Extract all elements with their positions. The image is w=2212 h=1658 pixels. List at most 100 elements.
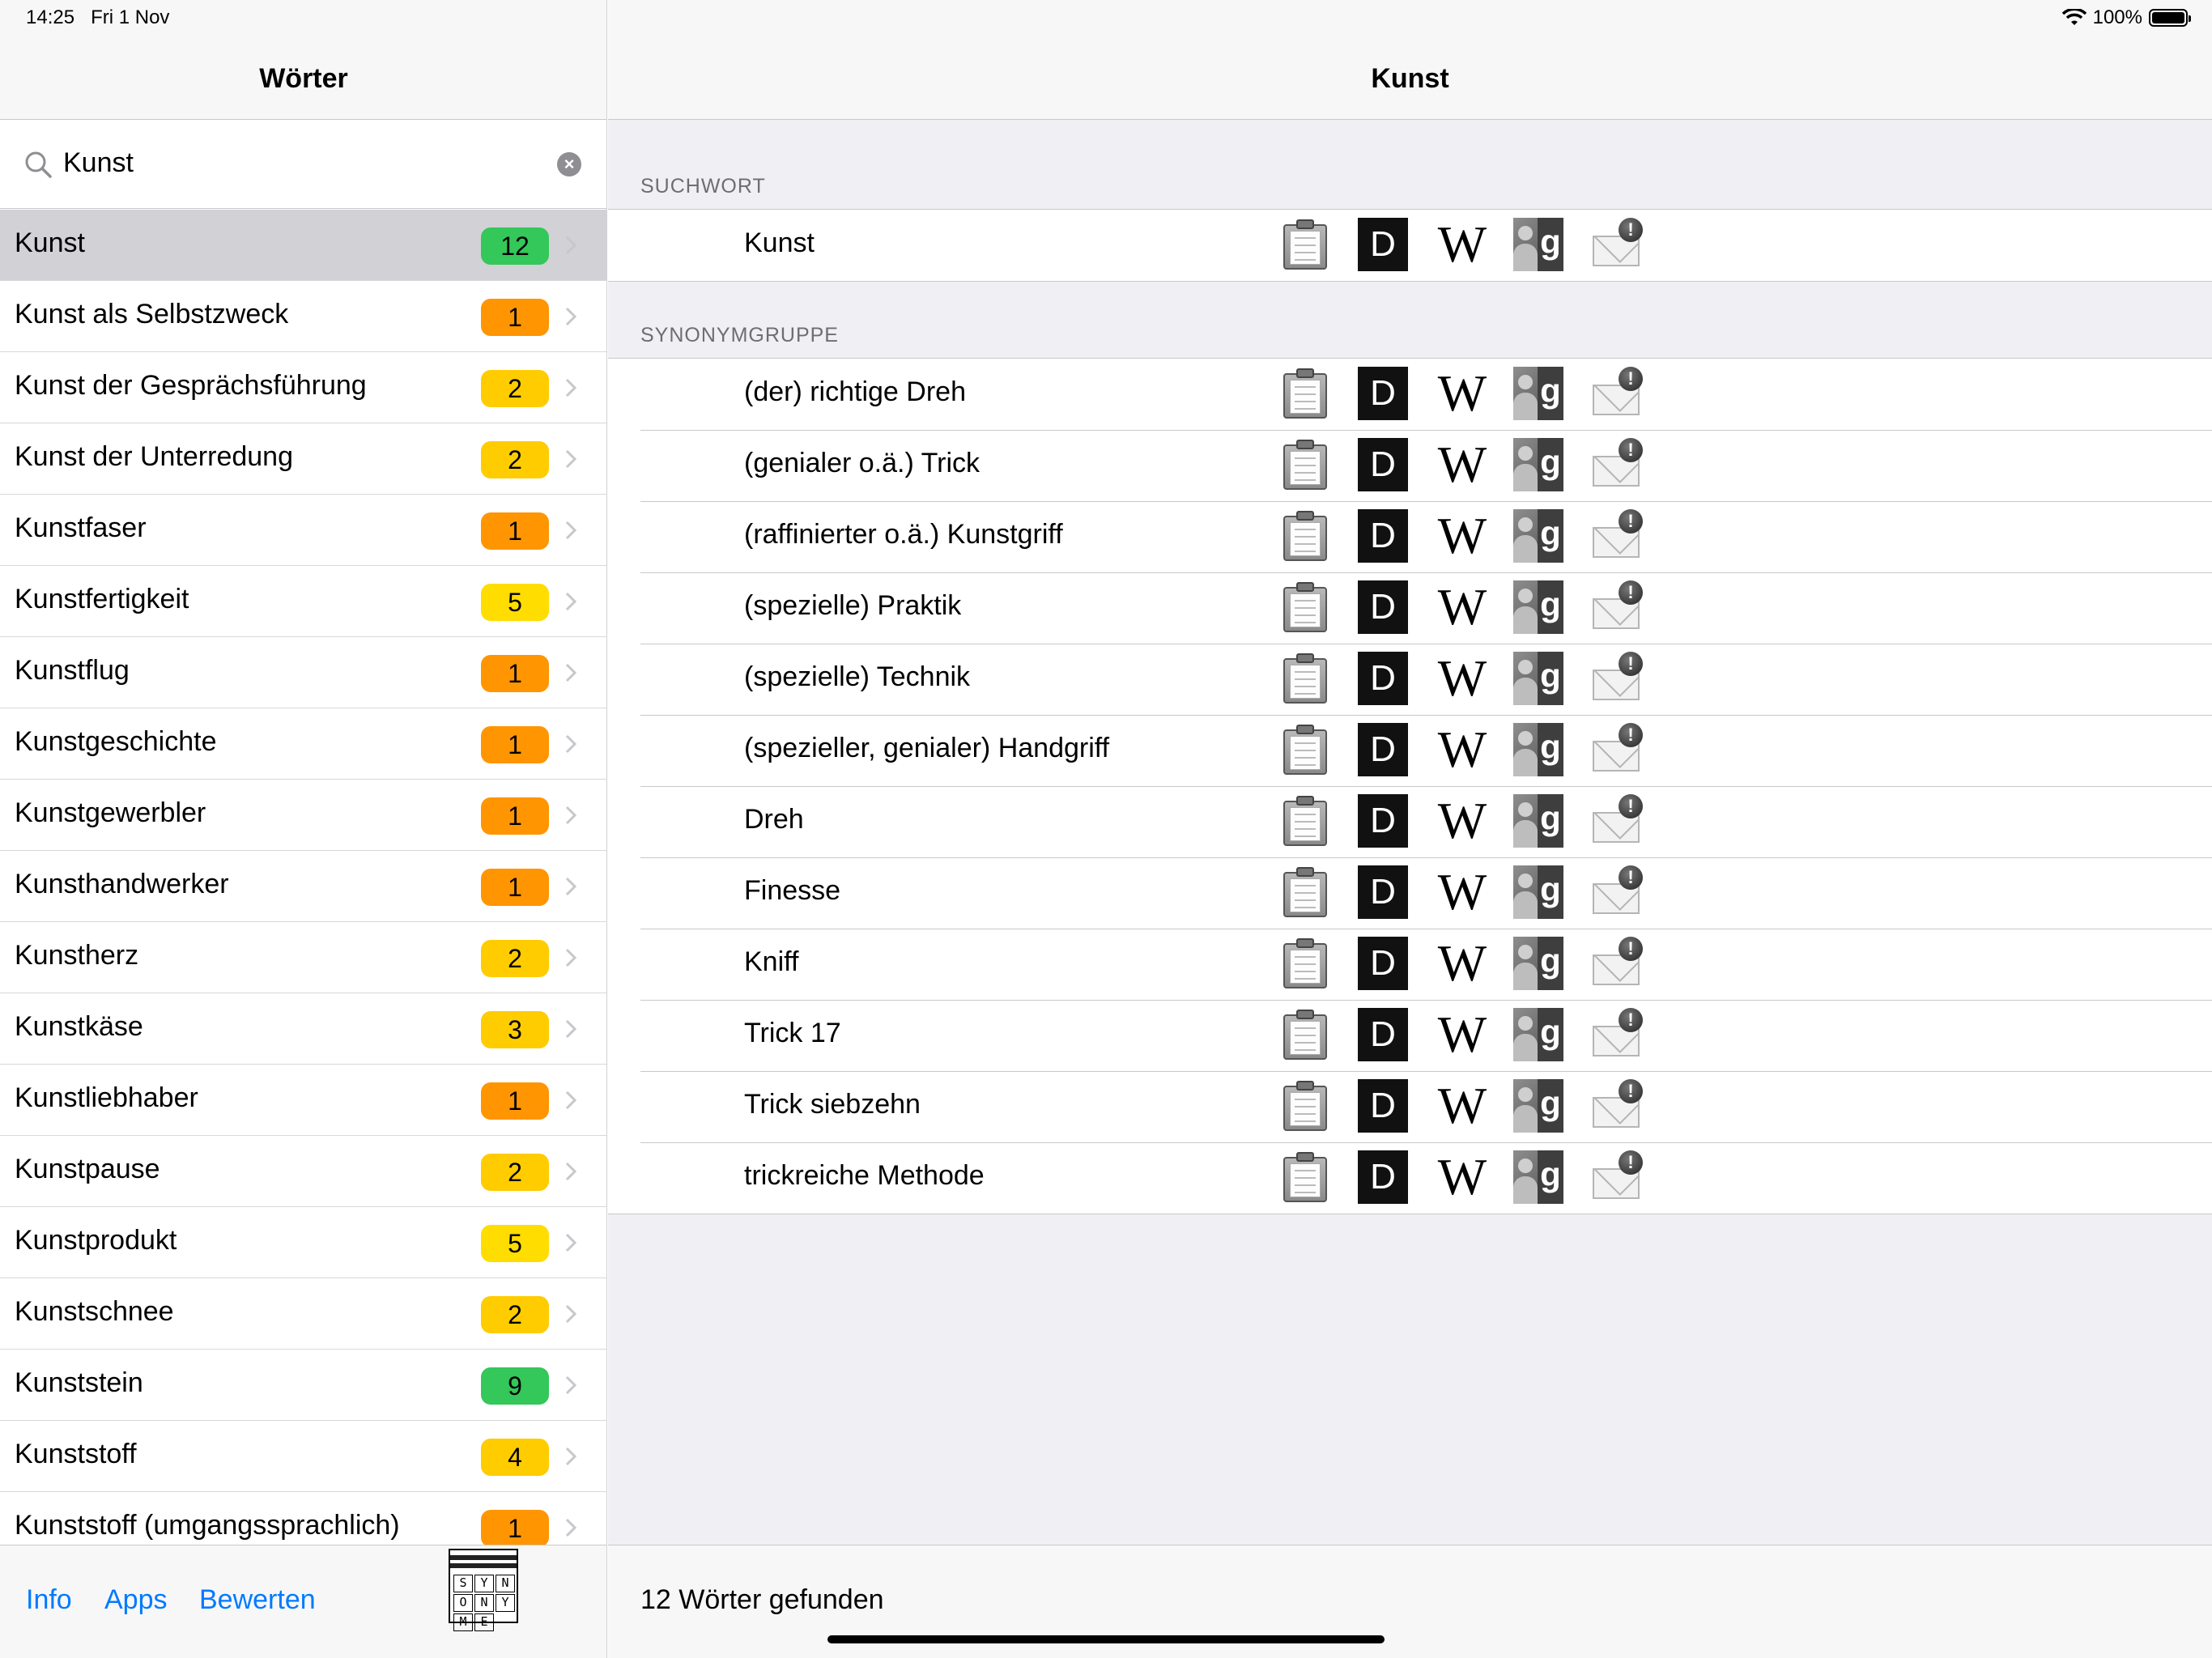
word-list-item[interactable]: Kunstpause 2 [0,1136,606,1207]
duden-icon[interactable]: D [1358,937,1408,990]
report-mail-icon[interactable]: ! [1591,937,1643,990]
google-icon[interactable]: g [1513,1079,1563,1133]
synonym-row[interactable]: Finesse D Wg! [608,857,2212,929]
google-icon[interactable]: g [1513,865,1563,919]
wikipedia-icon[interactable]: W [1436,1079,1487,1133]
word-list-item[interactable]: Kunststoff 4 [0,1421,606,1492]
info-button[interactable]: Info [26,1584,72,1616]
word-list-item[interactable]: Kunstherz 2 [0,922,606,993]
report-mail-icon[interactable]: ! [1591,509,1643,563]
google-icon[interactable]: g [1513,218,1563,271]
duden-icon[interactable]: D [1358,794,1408,848]
wikipedia-icon[interactable]: W [1436,509,1487,563]
wikipedia-icon[interactable]: W [1436,438,1487,491]
report-mail-icon[interactable]: ! [1591,1008,1643,1061]
clipboard-icon[interactable] [1280,865,1330,919]
word-list-item[interactable]: Kunstkäse 3 [0,993,606,1065]
duden-icon[interactable]: D [1358,652,1408,705]
wikipedia-icon[interactable]: W [1436,1008,1487,1061]
wikipedia-icon[interactable]: W [1436,580,1487,634]
synonym-row[interactable]: (spezielle) Technik D Wg! [608,644,2212,715]
word-list-item[interactable]: Kunstfertigkeit 5 [0,566,606,637]
word-list-item[interactable]: Kunst 12 [0,210,606,281]
word-list-item[interactable]: Kunstschnee 2 [0,1278,606,1350]
word-list-item[interactable]: Kunstgeschichte 1 [0,708,606,780]
clipboard-icon[interactable] [1280,509,1330,563]
google-icon[interactable]: g [1513,652,1563,705]
synonym-row[interactable]: (spezieller, genialer) Handgriff D Wg! [608,715,2212,786]
clipboard-icon[interactable] [1280,1150,1330,1204]
clipboard-icon[interactable] [1280,723,1330,776]
report-mail-icon[interactable]: ! [1591,580,1643,634]
duden-icon[interactable]: D [1358,509,1408,563]
clipboard-icon[interactable] [1280,218,1330,271]
synonym-row[interactable]: (raffinierter o.ä.) Kunstgriff D Wg! [608,501,2212,572]
duden-icon[interactable]: D [1358,367,1408,420]
clear-search-icon[interactable]: × [557,152,581,176]
wikipedia-icon[interactable]: W [1436,367,1487,420]
synonym-row[interactable]: Kniff D Wg! [608,929,2212,1000]
report-mail-icon[interactable]: ! [1591,218,1643,271]
google-icon[interactable]: g [1513,1008,1563,1061]
duden-icon[interactable]: D [1358,438,1408,491]
wikipedia-icon[interactable]: W [1436,1150,1487,1204]
search-input[interactable]: Kunst [63,147,134,179]
report-mail-icon[interactable]: ! [1591,865,1643,919]
report-mail-icon[interactable]: ! [1591,438,1643,491]
wikipedia-icon[interactable]: W [1436,652,1487,705]
searchword-row[interactable]: Kunst D Wg! [608,210,2212,281]
report-mail-icon[interactable]: ! [1591,652,1643,705]
duden-icon[interactable]: D [1358,1150,1408,1204]
apps-button[interactable]: Apps [104,1584,168,1616]
word-list-item[interactable]: Kunstliebhaber 1 [0,1065,606,1136]
report-mail-icon[interactable]: ! [1591,1150,1643,1204]
synonym-row[interactable]: (der) richtige Dreh D Wg! [608,359,2212,430]
word-list-item[interactable]: Kunsthandwerker 1 [0,851,606,922]
synonym-row[interactable]: Trick siebzehn D Wg! [608,1071,2212,1142]
clipboard-icon[interactable] [1280,580,1330,634]
clipboard-icon[interactable] [1280,1079,1330,1133]
word-list-item[interactable]: Kunst der Unterredung 2 [0,423,606,495]
synonym-row[interactable]: Dreh D Wg! [608,786,2212,857]
clipboard-icon[interactable] [1280,652,1330,705]
google-icon[interactable]: g [1513,509,1563,563]
wikipedia-icon[interactable]: W [1436,937,1487,990]
wikipedia-icon[interactable]: W [1436,794,1487,848]
duden-icon[interactable]: D [1358,865,1408,919]
word-list-item[interactable]: Kunststein 9 [0,1350,606,1421]
synonym-row[interactable]: trickreiche Methode D Wg! [608,1142,2212,1214]
search-bar[interactable]: Kunst × [0,120,606,209]
duden-icon[interactable]: D [1358,580,1408,634]
wikipedia-icon[interactable]: W [1436,723,1487,776]
synonym-row[interactable]: (genialer o.ä.) Trick D Wg! [608,430,2212,501]
wikipedia-icon[interactable]: W [1436,218,1487,271]
word-list-item[interactable]: Kunstfaser 1 [0,495,606,566]
duden-icon[interactable]: D [1358,723,1408,776]
google-icon[interactable]: g [1513,438,1563,491]
word-list-item[interactable]: Kunstprodukt 5 [0,1207,606,1278]
google-icon[interactable]: g [1513,794,1563,848]
report-mail-icon[interactable]: ! [1591,1079,1643,1133]
clipboard-icon[interactable] [1280,794,1330,848]
synonym-row[interactable]: Trick 17 D Wg! [608,1000,2212,1071]
word-list-item[interactable]: Kunst als Selbstzweck 1 [0,281,606,352]
google-icon[interactable]: g [1513,723,1563,776]
google-icon[interactable]: g [1513,367,1563,420]
report-mail-icon[interactable]: ! [1591,794,1643,848]
word-list-item[interactable]: Kunstgewerbler 1 [0,780,606,851]
clipboard-icon[interactable] [1280,1008,1330,1061]
duden-icon[interactable]: D [1358,1008,1408,1061]
synonym-row[interactable]: (spezielle) Praktik D Wg! [608,572,2212,644]
report-mail-icon[interactable]: ! [1591,723,1643,776]
rate-button[interactable]: Bewerten [199,1584,316,1616]
clipboard-icon[interactable] [1280,367,1330,420]
report-mail-icon[interactable]: ! [1591,367,1643,420]
duden-icon[interactable]: D [1358,1079,1408,1133]
google-icon[interactable]: g [1513,580,1563,634]
clipboard-icon[interactable] [1280,937,1330,990]
duden-icon[interactable]: D [1358,218,1408,271]
google-icon[interactable]: g [1513,937,1563,990]
google-icon[interactable]: g [1513,1150,1563,1204]
clipboard-icon[interactable] [1280,438,1330,491]
wikipedia-icon[interactable]: W [1436,865,1487,919]
